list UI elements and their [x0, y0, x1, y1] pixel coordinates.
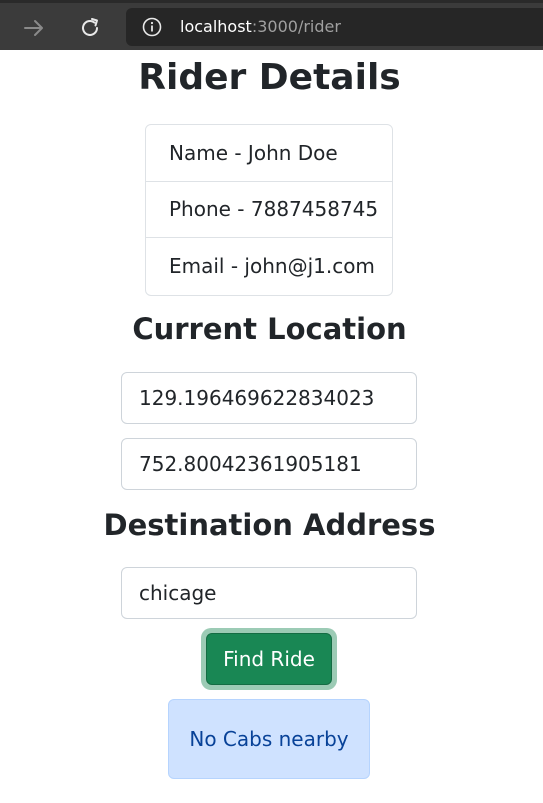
- url-host: localhost: [180, 17, 252, 36]
- find-ride-focus-ring: Find Ride: [201, 628, 337, 690]
- destination-heading: Destination Address: [103, 508, 436, 542]
- longitude-input[interactable]: [121, 438, 417, 490]
- browser-toolbar: localhost:3000/rider: [0, 0, 543, 50]
- forward-arrow-icon[interactable]: [22, 16, 46, 40]
- info-icon[interactable]: [142, 17, 162, 37]
- url-text: localhost:3000/rider: [180, 16, 341, 38]
- address-bar[interactable]: localhost:3000/rider: [126, 8, 543, 46]
- page-content: Rider Details Name - John Doe Phone - 78…: [0, 50, 543, 803]
- find-ride-button[interactable]: Find Ride: [206, 633, 332, 685]
- rider-email-item: Email - john@j1.com: [169, 254, 375, 279]
- latitude-input[interactable]: [121, 372, 417, 424]
- no-cabs-alert: No Cabs nearby: [168, 699, 370, 779]
- rider-details-list: Name - John Doe Phone - 7887458745 Email…: [145, 124, 393, 296]
- url-path: :3000/rider: [251, 17, 341, 36]
- reload-icon[interactable]: [78, 16, 102, 40]
- rider-name-item: Name - John Doe: [146, 125, 392, 182]
- destination-input[interactable]: [121, 567, 417, 619]
- rider-phone-item: Phone - 7887458745: [146, 182, 392, 238]
- current-location-heading: Current Location: [132, 312, 407, 346]
- page-title: Rider Details: [138, 57, 401, 98]
